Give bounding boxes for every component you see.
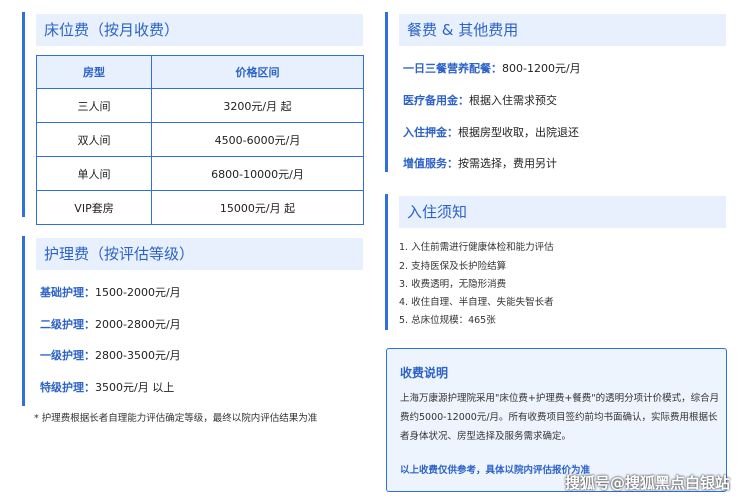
value-added-item: 增值服务：按需选择，费用另计 bbox=[403, 155, 557, 171]
fee-item-value: 800-1200元/月 bbox=[502, 62, 581, 75]
price-cell: 3200元/月 起 bbox=[151, 88, 364, 123]
care-level-second: 二级护理：2000-2800元/月 bbox=[40, 316, 181, 332]
notice-item: 5. 总床位规模：465张 bbox=[399, 315, 496, 326]
notice-item: 1. 入住前需进行健康体检和能力评估 bbox=[399, 242, 554, 253]
room-type-cell: 双人间 bbox=[36, 122, 152, 157]
bed-fee-table: 房型 价格区间 三人间 3200元/月 起 双人间 4500-6000元/月 单… bbox=[36, 55, 364, 225]
admission-deposit-item: 入住押金：根据房型收取，出院退还 bbox=[403, 124, 579, 140]
care-level-label: 基础护理： bbox=[40, 286, 95, 299]
notice-item: 4. 收住自理、半自理、失能失智长者 bbox=[399, 297, 554, 308]
table-header-price: 价格区间 bbox=[151, 55, 364, 89]
care-level-label: 二级护理： bbox=[40, 318, 95, 331]
bed-fee-section: 床位费（按月收费） 房型 价格区间 三人间 3200元/月 起 双人间 4500… bbox=[22, 12, 367, 225]
meal-fee-title: 餐费 & 其他费用 bbox=[399, 14, 726, 46]
fee-item-value: 根据入住需求预交 bbox=[469, 94, 557, 107]
fee-item-label: 入住押金： bbox=[403, 126, 458, 139]
price-cell: 15000元/月 起 bbox=[151, 190, 364, 225]
table-header-room: 房型 bbox=[36, 55, 152, 89]
care-fee-title: 护理费（按评估等级） bbox=[36, 238, 363, 270]
meal-fee-item: 一日三餐营养配餐：800-1200元/月 bbox=[403, 60, 581, 76]
care-level-price: 2000-2800元/月 bbox=[95, 318, 181, 331]
fee-explanation-title: 收费说明 bbox=[400, 366, 449, 380]
table-row: 三人间 3200元/月 起 bbox=[36, 88, 364, 123]
fee-item-value: 按需选择，费用另计 bbox=[458, 157, 557, 170]
bed-fee-title: 床位费（按月收费） bbox=[36, 14, 363, 46]
care-level-price: 3500元/月 以上 bbox=[95, 381, 175, 394]
fee-item-label: 增值服务： bbox=[403, 157, 458, 170]
care-level-basic: 基础护理：1500-2000元/月 bbox=[40, 284, 181, 300]
room-type-cell: 三人间 bbox=[36, 88, 152, 123]
fee-item-label: 一日三餐营养配餐： bbox=[403, 62, 502, 75]
notice-section: 入住须知 1. 入住前需进行健康体检和能力评估 2. 支持医保及长护险结算 3.… bbox=[385, 194, 730, 330]
medical-deposit-item: 医疗备用金：根据入住需求预交 bbox=[403, 92, 557, 108]
care-fee-note: * 护理费根据长者自理能力评估确定等级，最终以院内评估结果为准 bbox=[34, 413, 318, 424]
section-accent-bar bbox=[385, 12, 388, 172]
section-accent-bar bbox=[385, 194, 388, 330]
notice-title: 入住须知 bbox=[399, 196, 726, 228]
table-row: 单人间 6800-10000元/月 bbox=[36, 156, 364, 191]
room-type-cell: 单人间 bbox=[36, 156, 152, 191]
section-accent-bar bbox=[22, 12, 25, 217]
care-level-first: 一级护理：2800-3500元/月 bbox=[40, 347, 181, 363]
watermark: 搜狐号@搜狐黑点白银站 bbox=[564, 474, 730, 492]
fee-item-value: 根据房型收取，出院退还 bbox=[458, 126, 579, 139]
care-level-label: 特级护理： bbox=[40, 381, 95, 394]
care-level-special: 特级护理：3500元/月 以上 bbox=[40, 379, 174, 395]
care-level-price: 1500-2000元/月 bbox=[95, 286, 181, 299]
care-level-label: 一级护理： bbox=[40, 349, 95, 362]
section-accent-bar bbox=[22, 236, 25, 406]
table-row: VIP套房 15000元/月 起 bbox=[36, 190, 364, 225]
fee-item-label: 医疗备用金： bbox=[403, 94, 469, 107]
notice-item: 2. 支持医保及长护险结算 bbox=[399, 261, 507, 272]
fee-explanation-footer: 以上收费仅供参考，具体以院内评估报价为准 bbox=[400, 465, 591, 476]
price-cell: 6800-10000元/月 bbox=[151, 156, 364, 191]
room-type-cell: VIP套房 bbox=[36, 190, 152, 225]
meal-fee-section: 餐费 & 其他费用 一日三餐营养配餐：800-1200元/月 医疗备用金：根据入… bbox=[385, 12, 730, 172]
fee-explanation-text: 上海万康源护理院采用"床位费+护理费+餐费"的透明分项计价模式，综合月费约500… bbox=[400, 393, 720, 442]
care-level-price: 2800-3500元/月 bbox=[95, 349, 181, 362]
table-header-row: 房型 价格区间 bbox=[36, 55, 364, 89]
care-fee-section: 护理费（按评估等级） 基础护理：1500-2000元/月 二级护理：2000-2… bbox=[22, 236, 367, 406]
fee-explanation-box: 收费说明 上海万康源护理院采用"床位费+护理费+餐费"的透明分项计价模式，综合月… bbox=[386, 348, 727, 492]
notice-item: 3. 收费透明，无隐形消费 bbox=[399, 279, 507, 290]
price-cell: 4500-6000元/月 bbox=[151, 122, 364, 157]
table-row: 双人间 4500-6000元/月 bbox=[36, 122, 364, 157]
